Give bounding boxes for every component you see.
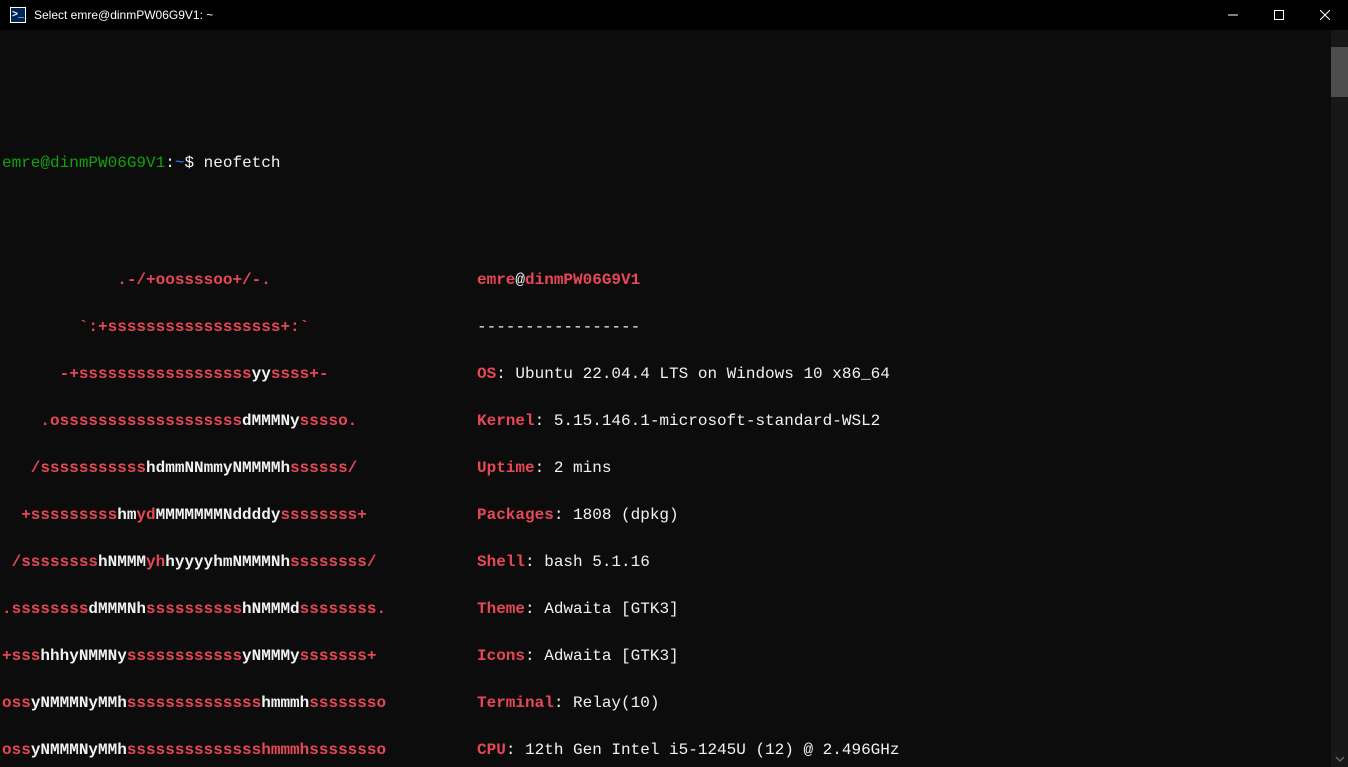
prompt-host: dinmPW06G9V1 <box>50 154 165 172</box>
value-os: : Ubuntu 22.04.4 LTS on Windows 10 x86_6… <box>496 365 890 383</box>
label-os: OS <box>477 365 496 383</box>
powershell-icon: >_ <box>10 7 26 23</box>
value-cpu: : 12th Gen Intel i5-1245U (12) @ 2.496GH… <box>506 741 900 759</box>
window-title: Select emre@dinmPW06G9V1: ~ <box>34 8 213 22</box>
label-terminal: Terminal <box>477 694 554 712</box>
terminal[interactable]: emre@dinmPW06G9V1:~$ neofetch .-/+oossss… <box>0 30 1348 767</box>
label-icons: Icons <box>477 647 525 665</box>
neofetch-info: emre@dinmPW06G9V1 ----------------- OS: … <box>477 246 967 767</box>
value-theme: : Adwaita [GTK3] <box>525 600 679 618</box>
neofetch-ascii-logo: .-/+oossssoo+/-. `:+ssssssssssssssssss+:… <box>2 246 477 767</box>
value-terminal: : Relay(10) <box>554 694 660 712</box>
label-shell: Shell <box>477 553 525 571</box>
value-icons: : Adwaita [GTK3] <box>525 647 679 665</box>
close-button[interactable] <box>1302 0 1348 30</box>
label-cpu: CPU <box>477 741 506 759</box>
value-shell: : bash 5.1.16 <box>525 553 650 571</box>
window-titlebar: >_ Select emre@dinmPW06G9V1: ~ <box>0 0 1348 30</box>
maximize-button[interactable] <box>1256 0 1302 30</box>
label-theme: Theme <box>477 600 525 618</box>
label-uptime: Uptime <box>477 459 535 477</box>
info-user: emre <box>477 271 515 289</box>
scroll-thumb[interactable] <box>1331 47 1348 97</box>
scrollbar[interactable] <box>1331 30 1348 767</box>
prompt-path: ~ <box>175 154 185 172</box>
value-packages: : 1808 (dpkg) <box>554 506 679 524</box>
label-packages: Packages <box>477 506 554 524</box>
info-host: dinmPW06G9V1 <box>525 271 640 289</box>
scroll-down-icon[interactable] <box>1331 750 1348 767</box>
value-uptime: : 2 mins <box>535 459 612 477</box>
prompt-line-1: emre@dinmPW06G9V1:~$ neofetch <box>2 152 1348 176</box>
label-kernel: Kernel <box>477 412 535 430</box>
command-neofetch: neofetch <box>204 154 281 172</box>
value-kernel: : 5.15.146.1-microsoft-standard-WSL2 <box>535 412 881 430</box>
info-divider: ----------------- <box>477 318 640 336</box>
minimize-button[interactable] <box>1210 0 1256 30</box>
prompt-user: emre <box>2 154 40 172</box>
